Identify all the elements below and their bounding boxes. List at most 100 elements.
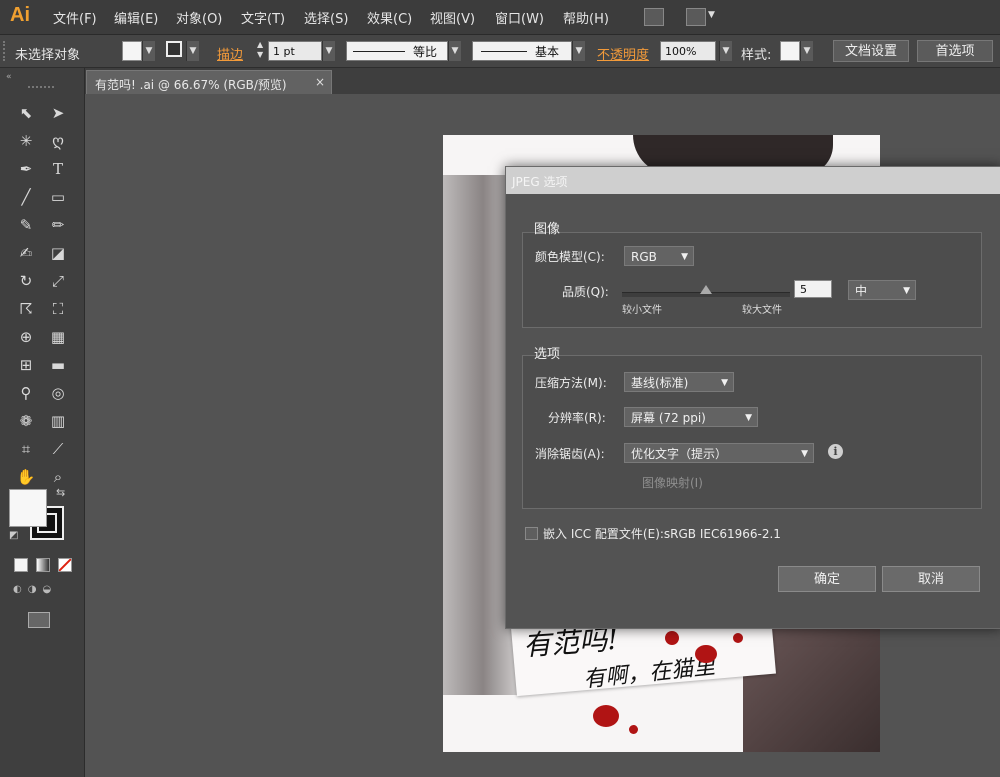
bridge-icon[interactable] xyxy=(644,8,664,26)
free-transform-tool-icon[interactable]: ⛶ xyxy=(46,298,70,320)
quality-level-select[interactable]: 中 ▼ xyxy=(848,280,916,300)
menu-help[interactable]: 帮助(H) xyxy=(563,8,609,27)
color-model-label: 颜色模型(C): xyxy=(535,250,605,264)
column-graph-tool-icon[interactable]: ▥ xyxy=(46,410,70,432)
slice-tool-icon[interactable]: ⟋ xyxy=(46,438,70,460)
pencil-tool-icon[interactable]: ✏ xyxy=(46,214,70,236)
preferences-button[interactable]: 首选项 xyxy=(917,40,993,62)
grip-icon xyxy=(28,86,54,90)
document-setup-button[interactable]: 文档设置 xyxy=(833,40,909,62)
chevron-down-icon[interactable]: ▼ xyxy=(708,10,715,20)
screen-mode-icon[interactable] xyxy=(28,612,50,628)
direct-selection-tool-icon[interactable]: ➤ xyxy=(46,102,70,124)
artboard-tool-icon[interactable]: ⌗ xyxy=(14,438,38,460)
close-icon[interactable]: × xyxy=(315,75,325,89)
fill-dropdown[interactable]: ▼ xyxy=(142,41,155,61)
color-mode-icon[interactable] xyxy=(14,558,28,572)
swap-colors-icon[interactable]: ⇆ xyxy=(56,486,65,499)
stroke-label[interactable]: 描边 xyxy=(217,44,243,63)
blob-brush-tool-icon[interactable]: ✍ xyxy=(14,242,38,264)
stroke-weight-field[interactable]: 1 pt xyxy=(268,41,322,61)
perspective-grid-tool-icon[interactable]: ▦ xyxy=(46,326,70,348)
line-tool-icon[interactable]: ╱ xyxy=(14,186,38,208)
rectangle-tool-icon[interactable]: ▭ xyxy=(46,186,70,208)
color-model-select[interactable]: RGB ▼ xyxy=(624,246,694,266)
menu-effect[interactable]: 效果(C) xyxy=(367,8,412,27)
warp-tool-icon[interactable]: ☈ xyxy=(14,298,38,320)
rotate-tool-icon[interactable]: ↻ xyxy=(14,270,38,292)
gradient-tool-icon[interactable]: ▬ xyxy=(46,354,70,376)
image-group-label: 图像 xyxy=(534,222,561,237)
chevron-down-icon: ▼ xyxy=(721,378,728,388)
stepper-icon[interactable]: ▲ ▼ xyxy=(257,40,263,60)
opacity-dropdown[interactable]: ▼ xyxy=(719,41,732,61)
chevron-down-icon: ▼ xyxy=(745,413,752,423)
collapse-panel-icon[interactable]: « xyxy=(6,72,12,82)
control-bar: 未选择对象 ▼ ▼ 描边 ▲ ▼ 1 pt ▼ 等比 ▼ 基本 ▼ 不透明度 10… xyxy=(0,35,1000,68)
menu-edit[interactable]: 编辑(E) xyxy=(114,8,158,27)
quality-label: 品质(Q): xyxy=(562,285,609,299)
lasso-tool-icon[interactable]: ღ xyxy=(46,130,70,152)
symbol-sprayer-tool-icon[interactable]: ❁ xyxy=(14,410,38,432)
antialias-select[interactable]: 优化文字（提示） ▼ xyxy=(624,443,814,463)
opacity-label[interactable]: 不透明度 xyxy=(597,44,649,63)
scale-tool-icon[interactable]: ⤢ xyxy=(46,270,70,292)
arrange-documents-icon[interactable] xyxy=(686,8,706,26)
info-icon[interactable]: i xyxy=(828,444,843,459)
eraser-tool-icon[interactable]: ◪ xyxy=(46,242,70,264)
profile-dropdown[interactable]: ▼ xyxy=(448,41,461,61)
brush-definition[interactable]: 基本 xyxy=(472,41,572,61)
app-logo: Ai xyxy=(10,4,30,26)
embed-icc-checkbox[interactable] xyxy=(525,527,538,540)
menu-select[interactable]: 选择(S) xyxy=(304,8,348,27)
quality-slider-thumb[interactable] xyxy=(700,285,712,294)
cancel-button[interactable]: 取消 xyxy=(882,566,980,592)
blood-splatter xyxy=(733,633,743,643)
ok-button[interactable]: 确定 xyxy=(778,566,876,592)
resolution-select[interactable]: 屏幕 (72 ppi) ▼ xyxy=(624,407,758,427)
eyedropper-tool-icon[interactable]: ⚲ xyxy=(14,382,38,404)
compression-select[interactable]: 基线(标准) ▼ xyxy=(624,372,734,392)
options-group-label: 选项 xyxy=(534,347,561,362)
fill-color-swatch[interactable] xyxy=(9,489,47,527)
hand-tool-icon[interactable]: ✋ xyxy=(14,466,38,488)
antialias-label: 消除锯齿(A): xyxy=(535,447,605,461)
stroke-weight-dropdown[interactable]: ▼ xyxy=(322,41,335,61)
brush-line-icon xyxy=(481,51,527,52)
document-tab[interactable]: 有范吗! .ai @ 66.67% (RGB/预览) × xyxy=(86,70,332,94)
pen-tool-icon[interactable]: ✒ xyxy=(14,158,38,180)
stroke-swatch[interactable] xyxy=(166,41,182,57)
menu-window[interactable]: 窗口(W) xyxy=(495,8,544,27)
type-tool-icon[interactable]: T xyxy=(46,158,70,180)
brush-dropdown[interactable]: ▼ xyxy=(572,41,585,61)
style-swatch[interactable] xyxy=(780,41,800,61)
gradient-mode-icon[interactable] xyxy=(36,558,50,572)
variable-width-profile[interactable]: 等比 xyxy=(346,41,448,61)
menu-file[interactable]: 文件(F) xyxy=(53,8,97,27)
magic-wand-tool-icon[interactable]: ✳ xyxy=(14,130,38,152)
zoom-tool-icon[interactable]: ⌕ xyxy=(46,466,70,488)
style-dropdown[interactable]: ▼ xyxy=(800,41,813,61)
menu-view[interactable]: 视图(V) xyxy=(430,8,475,27)
mesh-tool-icon[interactable]: ⊞ xyxy=(14,354,38,376)
none-mode-icon[interactable] xyxy=(58,558,72,572)
fill-swatch[interactable] xyxy=(122,41,142,61)
embed-icc-label: 嵌入 ICC 配置文件(E):sRGB IEC61966-2.1 xyxy=(543,527,781,541)
dialog-title-bar[interactable]: JPEG 选项 xyxy=(506,167,1000,194)
menu-object[interactable]: 对象(O) xyxy=(176,8,222,27)
stroke-dropdown[interactable]: ▼ xyxy=(186,41,199,61)
default-colors-icon[interactable]: ◩ xyxy=(9,530,18,541)
paintbrush-tool-icon[interactable]: ✎ xyxy=(14,214,38,236)
blood-splatter xyxy=(629,725,638,734)
shape-builder-tool-icon[interactable]: ⊕ xyxy=(14,326,38,348)
tools-panel: « ⬉ ➤ ✳ ღ ✒ T ╱ ▭ ✎ ✏ ✍ ◪ ↻ ⤢ ☈ ⛶ ⊕ ▦ ⊞ … xyxy=(0,68,85,777)
quality-input[interactable]: 5 xyxy=(794,280,832,298)
blend-tool-icon[interactable]: ◎ xyxy=(46,382,70,404)
drawing-modes-icon[interactable]: ◐◑◒ xyxy=(13,584,67,598)
style-label: 样式: xyxy=(741,48,772,63)
selection-tool-icon[interactable]: ⬉ xyxy=(14,102,38,124)
document-tab-title: 有范吗! .ai @ 66.67% (RGB/预览) xyxy=(95,78,287,92)
chevron-down-icon: ▼ xyxy=(903,286,910,296)
menu-type[interactable]: 文字(T) xyxy=(241,8,285,27)
opacity-field[interactable]: 100% xyxy=(660,41,716,61)
